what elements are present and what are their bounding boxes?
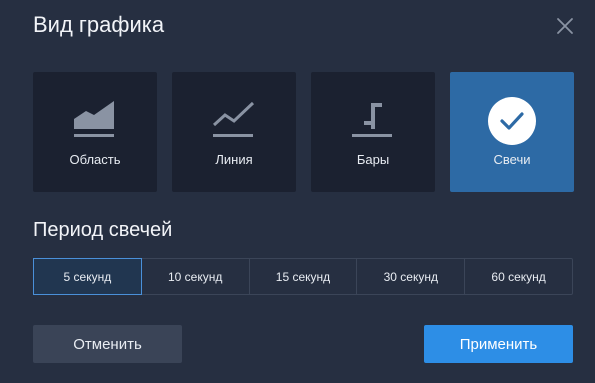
period-section-title: Период свечей: [33, 219, 173, 241]
close-button[interactable]: [553, 14, 577, 38]
period-option-15s[interactable]: 15 секунд: [250, 259, 358, 294]
period-option-5s[interactable]: 5 секунд: [33, 258, 142, 295]
line-chart-icon: [209, 97, 259, 147]
chart-type-candles[interactable]: Свечи: [450, 72, 574, 192]
chart-type-dialog: Вид графика Область Линия Бары Свечи Пер…: [0, 0, 595, 383]
chart-type-label: Линия: [215, 152, 253, 167]
chart-type-area[interactable]: Область: [33, 72, 157, 192]
candle-period-selector: 5 секунд 10 секунд 15 секунд 30 секунд 6…: [33, 258, 573, 295]
chart-type-label: Область: [69, 152, 121, 167]
period-option-30s[interactable]: 30 секунд: [357, 259, 466, 294]
selected-indicator: [488, 97, 536, 145]
apply-button[interactable]: Применить: [424, 325, 573, 363]
check-icon: [500, 112, 524, 130]
period-option-10s[interactable]: 10 секунд: [142, 259, 250, 294]
chart-type-line[interactable]: Линия: [172, 72, 296, 192]
period-option-60s[interactable]: 60 секунд: [465, 259, 572, 294]
chart-type-label: Бары: [356, 152, 390, 167]
chart-type-label: Свечи: [493, 152, 531, 167]
bar-chart-icon: [348, 97, 398, 147]
area-chart-icon: [70, 97, 120, 147]
dialog-title: Вид графика: [33, 12, 165, 37]
close-icon: [557, 18, 573, 34]
chart-type-bars[interactable]: Бары: [311, 72, 435, 192]
cancel-button[interactable]: Отменить: [33, 325, 182, 363]
